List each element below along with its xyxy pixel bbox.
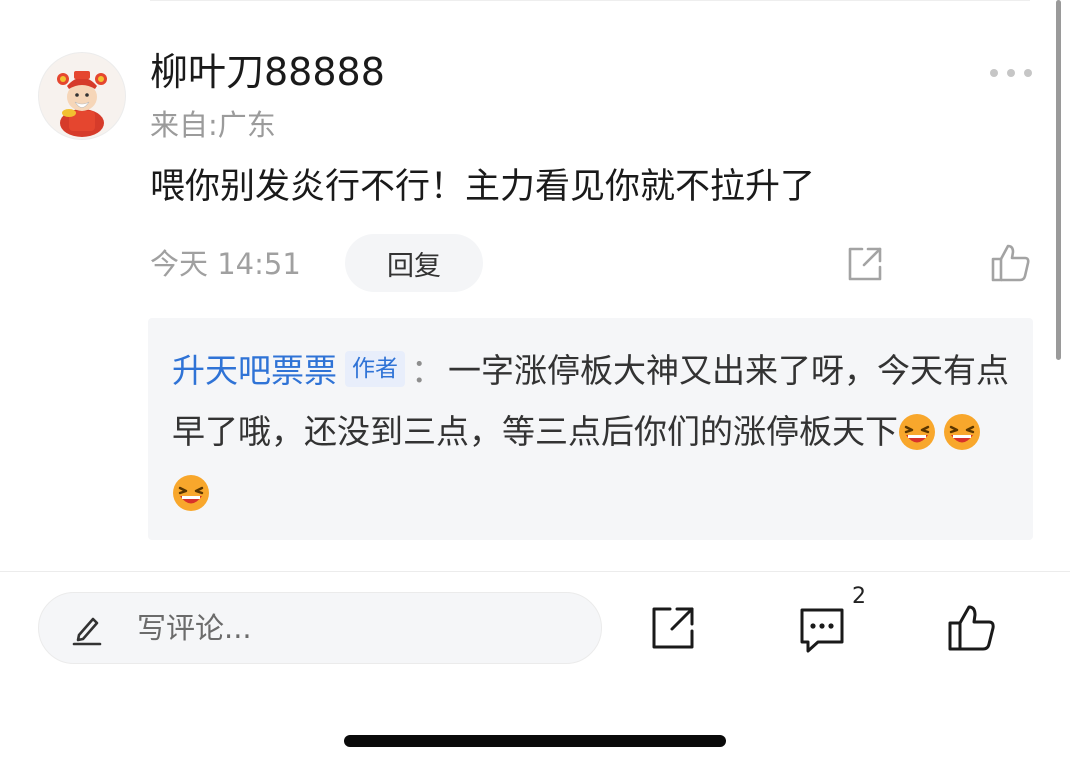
write-comment-input[interactable]: 写评论... [38, 592, 602, 664]
author-badge: 作者 [345, 351, 405, 387]
reply-button[interactable]: 回复 [345, 234, 483, 292]
like-icon[interactable] [990, 242, 1032, 288]
home-indicator[interactable] [344, 735, 726, 747]
top-divider [150, 0, 1030, 1]
laughing-emoji [899, 414, 935, 450]
like-icon[interactable] [947, 603, 997, 657]
scrollbar[interactable] [1056, 0, 1061, 360]
more-icon[interactable] [990, 64, 1032, 82]
comment-username[interactable]: 柳叶刀88888 [150, 48, 385, 96]
comment-text: 喂你别发炎行不行！主力看见你就不拉升了 [150, 167, 816, 207]
comment-timestamp: 今天 14:51 [150, 247, 301, 281]
reply-content: 升天吧票票 作者：一字涨停板大神又出来了呀，今天有点早了哦，还没到三点，等三点后你… [172, 340, 1017, 523]
laughing-emoji [173, 475, 209, 511]
laughing-emoji [944, 414, 980, 450]
share-icon[interactable] [650, 605, 696, 655]
share-icon[interactable] [845, 244, 885, 288]
reply-author[interactable]: 升天吧票票 [172, 351, 337, 390]
reply-colon: ： [411, 351, 444, 390]
bottom-divider [0, 571, 1070, 572]
avatar[interactable] [38, 52, 126, 140]
write-comment-placeholder: 写评论... [137, 611, 252, 645]
comment-icon[interactable] [798, 606, 846, 658]
comment-location: 来自:广东 [150, 108, 276, 142]
reply-box[interactable]: 升天吧票票 作者：一字涨停板大神又出来了呀，今天有点早了哦，还没到三点，等三点后你… [148, 318, 1033, 540]
comment-count-badge: 2 [852, 584, 866, 609]
pen-icon [71, 612, 103, 650]
